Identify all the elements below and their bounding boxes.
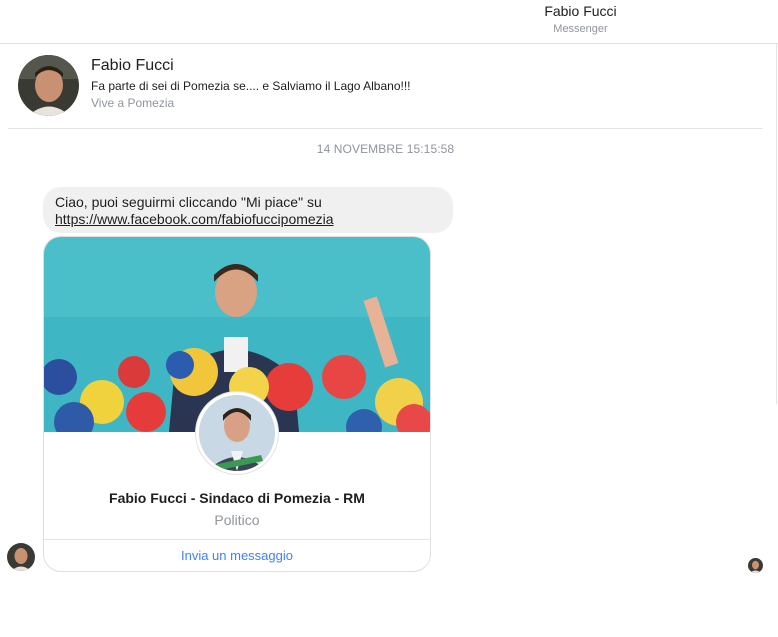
message-timestamp: 14 NOVEMBRE 15:15:58 [316,142,455,156]
message-text: Ciao, puoi seguirmi cliccando "Mi piace"… [55,194,322,210]
window-subtitle: Messenger [553,23,608,35]
send-message-button[interactable]: Invia un messaggio [44,548,430,563]
message-bubble: Ciao, puoi seguirmi cliccando "Mi piace"… [43,187,453,233]
profile-name[interactable]: Fabio Fucci [91,57,174,75]
card-divider [44,539,430,540]
card-avatar[interactable] [196,392,278,474]
read-receipt-avatar [748,558,763,573]
window-titlebar: Fabio Fucci Messenger [0,0,778,44]
message-link[interactable]: https://www.facebook.com/fabiofuccipomez… [55,211,334,227]
profile-bio: Fa parte di sei di Pomezia se.... e Salv… [91,79,411,93]
sender-avatar[interactable] [7,543,35,571]
page-card[interactable]: Fabio Fucci - Sindaco di Pomezia - RM Po… [43,236,431,572]
card-title[interactable]: Fabio Fucci - Sindaco di Pomezia - RM [44,490,430,506]
card-category: Politico [214,512,260,528]
profile-header: Fabio Fucci Fa parte di sei di Pomezia s… [18,55,778,119]
profile-avatar[interactable] [18,55,79,116]
profile-location: Vive a Pomezia [91,96,175,110]
header-divider [8,128,763,129]
window-title: Fabio Fucci [544,3,617,19]
